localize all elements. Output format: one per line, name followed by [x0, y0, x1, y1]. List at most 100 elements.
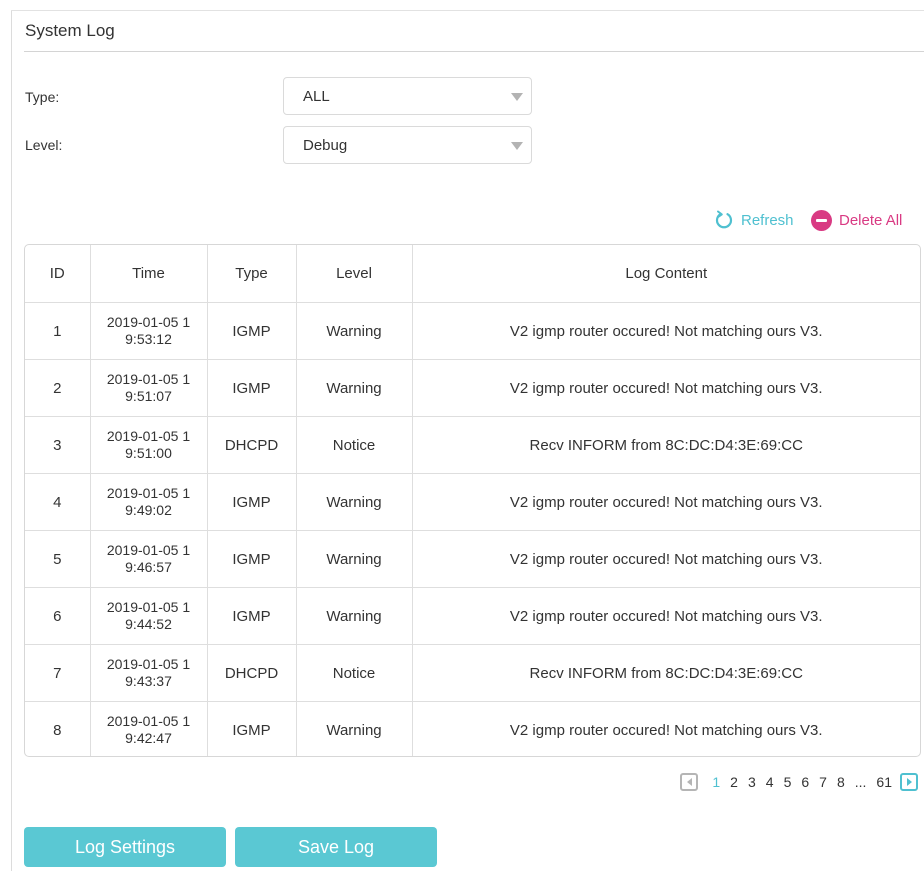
- log-table: ID Time Type Level Log Content 1 2019-01…: [24, 244, 921, 757]
- cell-id: 3: [25, 416, 91, 474]
- table-row: 7 2019-01-05 1 9:43:37 DHCPD Notice Recv …: [25, 644, 920, 702]
- cell-time: 2019-01-05 1 9:53:12: [90, 302, 208, 360]
- cell-id: 7: [25, 644, 91, 702]
- header-id: ID: [25, 245, 91, 303]
- delete-icon: [811, 209, 832, 231]
- header-time: Time: [90, 245, 208, 303]
- cell-time-line1: 2019-01-05 1: [106, 542, 191, 558]
- cell-time-line2: 9:43:37: [125, 673, 172, 689]
- cell-type: DHCPD: [207, 416, 297, 474]
- cell-time-line1: 2019-01-05 1: [106, 599, 191, 615]
- cell-time-line2: 9:49:02: [125, 502, 172, 518]
- page-link-4[interactable]: 4: [766, 774, 774, 790]
- cell-time-line1: 2019-01-05 1: [106, 485, 191, 501]
- cell-time-line1: 2019-01-05 1: [106, 428, 191, 444]
- cell-content: V2 igmp router occured! Not matching our…: [412, 530, 920, 588]
- cell-level: Warning: [296, 473, 413, 531]
- chevron-down-icon: [511, 93, 523, 101]
- cell-type: IGMP: [207, 302, 297, 360]
- table-header-row: ID Time Type Level Log Content: [25, 245, 920, 303]
- page-link-8[interactable]: 8: [837, 774, 845, 790]
- cell-time-line2: 9:53:12: [125, 331, 172, 347]
- header-type: Type: [207, 245, 297, 303]
- chevron-down-icon: [511, 142, 523, 150]
- page-title: System Log: [25, 21, 115, 40]
- table-row: 4 2019-01-05 1 9:49:02 IGMP Warning V2 ig…: [25, 473, 920, 531]
- next-page-button[interactable]: [900, 773, 918, 791]
- table-row: 6 2019-01-05 1 9:44:52 IGMP Warning V2 ig…: [25, 587, 920, 645]
- page-link-2[interactable]: 2: [730, 774, 738, 790]
- page-link-1[interactable]: 1: [712, 774, 720, 790]
- cell-level: Notice: [296, 416, 413, 474]
- cell-time-line1: 2019-01-05 1: [106, 371, 191, 387]
- cell-time: 2019-01-05 1 9:49:02: [90, 473, 208, 531]
- cell-type: DHCPD: [207, 644, 297, 702]
- table-row: 2 2019-01-05 1 9:51:07 IGMP Warning V2 ig…: [25, 359, 920, 417]
- cell-level: Warning: [296, 302, 413, 360]
- type-label: Type:: [25, 89, 60, 105]
- cell-type: IGMP: [207, 359, 297, 417]
- cell-time: 2019-01-05 1 9:44:52: [90, 587, 208, 645]
- title-divider: [24, 51, 924, 52]
- log-settings-button[interactable]: Log Settings: [24, 827, 226, 867]
- cell-type: IGMP: [207, 701, 297, 756]
- cell-level: Notice: [296, 644, 413, 702]
- cell-level: Warning: [296, 359, 413, 417]
- header-log-content: Log Content: [412, 245, 920, 303]
- cell-content: V2 igmp router occured! Not matching our…: [412, 302, 920, 360]
- cell-type: IGMP: [207, 473, 297, 531]
- type-select-value: ALL: [303, 88, 330, 105]
- type-select[interactable]: ALL: [283, 77, 532, 115]
- cell-time-line1: 2019-01-05 1: [106, 656, 191, 672]
- cell-level: Warning: [296, 530, 413, 588]
- panel-top-border: [11, 10, 924, 11]
- cell-content: Recv INFORM from 8C:DC:D4:3E:69:CC: [412, 416, 920, 474]
- page-link-last[interactable]: 61: [876, 774, 892, 790]
- pagination: 1 2 3 4 5 6 7 8 ... 61: [680, 773, 918, 791]
- page-link-5[interactable]: 5: [784, 774, 792, 790]
- cell-level: Warning: [296, 701, 413, 756]
- delete-all-label: Delete All: [839, 211, 903, 229]
- cell-time-line2: 9:51:00: [125, 445, 172, 461]
- cell-time: 2019-01-05 1 9:43:37: [90, 644, 208, 702]
- refresh-button[interactable]: Refresh: [714, 209, 794, 231]
- refresh-label: Refresh: [741, 211, 794, 229]
- panel-left-border: [11, 10, 12, 871]
- next-page-icon: [906, 778, 912, 786]
- cell-id: 2: [25, 359, 91, 417]
- cell-id: 5: [25, 530, 91, 588]
- cell-id: 8: [25, 701, 91, 756]
- cell-id: 4: [25, 473, 91, 531]
- table-row: 8 2019-01-05 1 9:42:47 IGMP Warning V2 ig…: [25, 701, 920, 756]
- level-select-value: Debug: [303, 137, 348, 154]
- cell-id: 1: [25, 302, 91, 360]
- cell-time-line1: 2019-01-05 1: [106, 713, 191, 729]
- level-select[interactable]: Debug: [283, 126, 532, 164]
- cell-time-line2: 9:42:47: [125, 730, 172, 746]
- cell-level: Warning: [296, 587, 413, 645]
- cell-time-line2: 9:51:07: [125, 388, 172, 404]
- delete-all-button[interactable]: Delete All: [811, 209, 902, 231]
- page-link-7[interactable]: 7: [819, 774, 827, 790]
- refresh-icon: [715, 210, 733, 229]
- page-ellipsis: ...: [854, 774, 867, 790]
- save-log-button[interactable]: Save Log: [235, 827, 437, 867]
- page-link-6[interactable]: 6: [801, 774, 809, 790]
- table-row: 5 2019-01-05 1 9:46:57 IGMP Warning V2 ig…: [25, 530, 920, 588]
- cell-time: 2019-01-05 1 9:46:57: [90, 530, 208, 588]
- cell-content: V2 igmp router occured! Not matching our…: [412, 473, 920, 531]
- table-row: 3 2019-01-05 1 9:51:00 DHCPD Notice Recv …: [25, 416, 920, 474]
- cell-content: V2 igmp router occured! Not matching our…: [509, 721, 823, 739]
- page-link-3[interactable]: 3: [748, 774, 756, 790]
- cell-content: Recv INFORM from 8C:DC:D4:3E:69:CC: [412, 644, 920, 702]
- cell-type: IGMP: [207, 587, 297, 645]
- cell-id: 6: [25, 587, 91, 645]
- cell-time: 2019-01-05 1 9:42:47: [90, 701, 208, 756]
- prev-page-button[interactable]: [680, 773, 699, 791]
- prev-page-icon: [686, 778, 692, 786]
- level-label: Level:: [25, 137, 63, 153]
- table-row: 1 2019-01-05 1 9:53:12 IGMP Warning V2 ig…: [25, 302, 920, 360]
- header-level: Level: [296, 245, 413, 303]
- cell-time-line2: 9:44:52: [125, 616, 172, 632]
- cell-time: 2019-01-05 1 9:51:00: [90, 416, 208, 474]
